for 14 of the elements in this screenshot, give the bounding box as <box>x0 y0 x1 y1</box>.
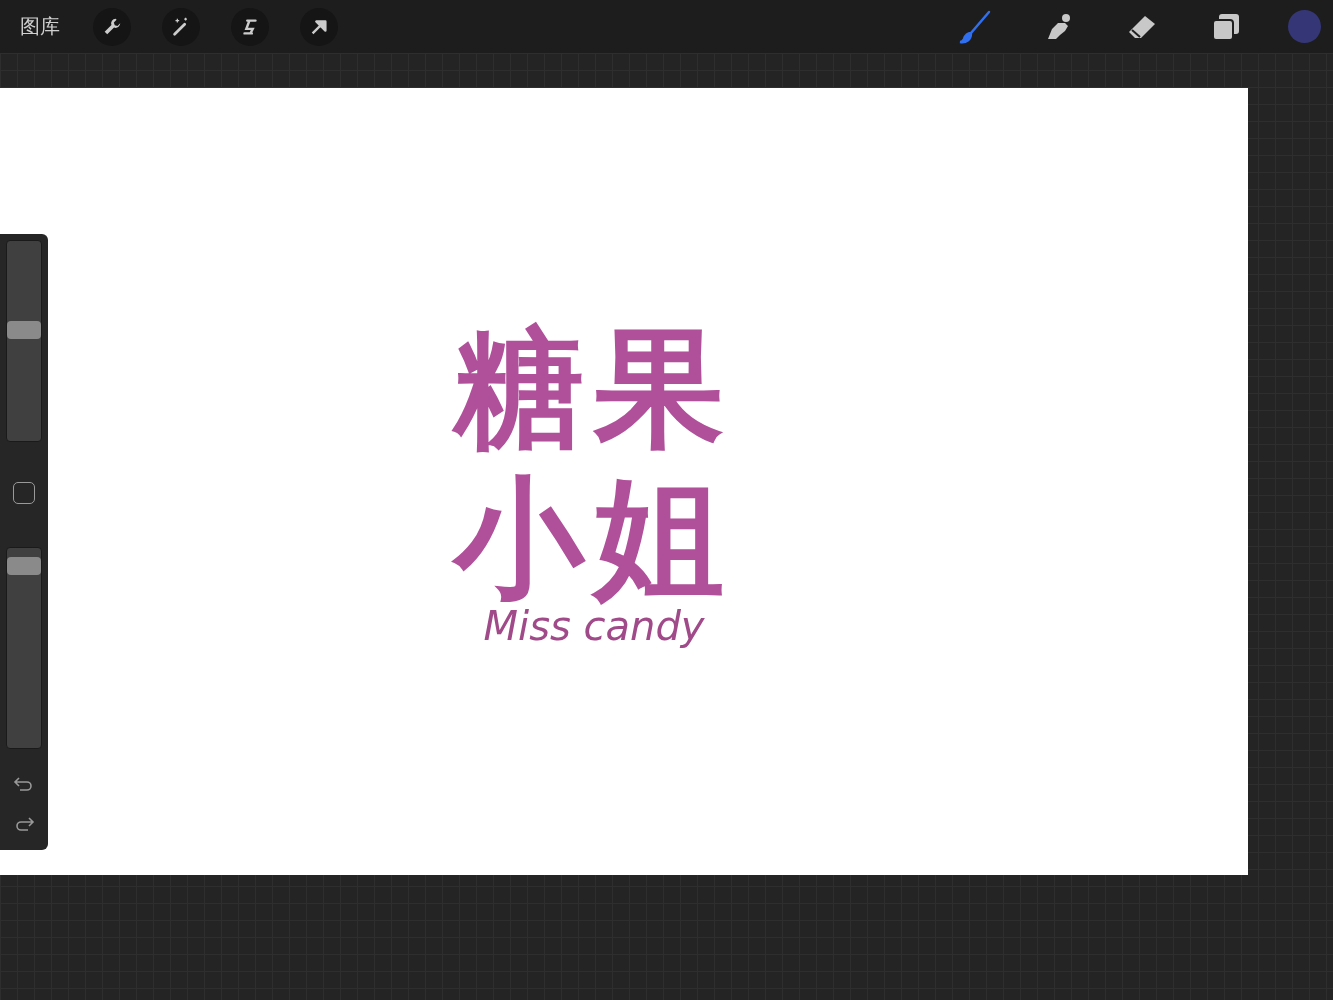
slider-thumb[interactable] <box>7 321 41 340</box>
modify-button[interactable] <box>13 482 35 504</box>
opacity-slider[interactable] <box>6 547 42 749</box>
arrow-button[interactable] <box>300 7 338 46</box>
wrench-button[interactable] <box>93 7 131 46</box>
gallery-button[interactable]: 图库 <box>20 13 60 40</box>
slider-thumb[interactable] <box>7 557 41 576</box>
magic-wand-button[interactable] <box>162 7 200 46</box>
brush-size-slider[interactable] <box>6 240 42 442</box>
color-swatch[interactable] <box>1288 10 1321 43</box>
layers-icon <box>1211 11 1241 42</box>
undo-icon[interactable] <box>13 775 35 793</box>
redo-icon[interactable] <box>13 815 35 833</box>
selection-button[interactable] <box>231 7 269 46</box>
